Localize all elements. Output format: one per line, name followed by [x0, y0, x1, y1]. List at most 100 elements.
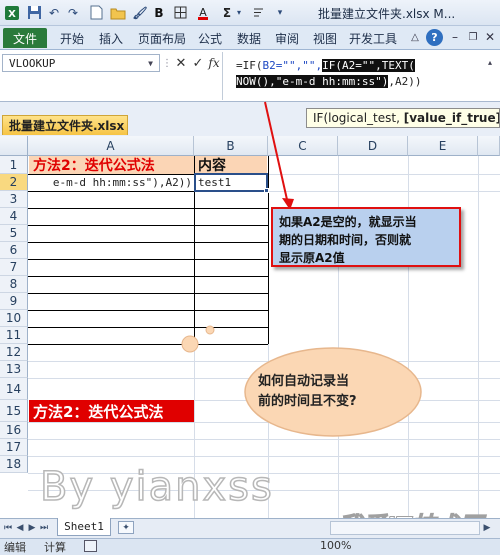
undo-icon[interactable]: ↶	[46, 4, 62, 21]
tab-page-layout[interactable]: 页面布局	[138, 30, 186, 46]
first-sheet-icon[interactable]: ⏮	[3, 521, 13, 535]
row-header[interactable]: 9	[0, 293, 28, 310]
insert-function-icon[interactable]: fx	[205, 54, 223, 72]
format-icon[interactable]: 🖌	[132, 4, 148, 21]
cloud-text: 如何自动记录当 前的时间且不变?	[258, 372, 408, 412]
table-border	[28, 208, 268, 209]
prev-sheet-icon[interactable]: ◀	[15, 521, 25, 535]
cell-a2[interactable]: e-m-d hh:mm:ss"),A2))	[29, 174, 194, 191]
tab-view[interactable]: 视图	[313, 30, 337, 46]
row-header[interactable]: 13	[0, 361, 28, 378]
cell-a15[interactable]: 方法2：迭代公式法	[29, 400, 194, 422]
ribbon-minimize-icon[interactable]: △	[407, 29, 423, 45]
cloud-line: 前的时间且不变?	[258, 394, 357, 409]
window-restore-icon[interactable]: ❐	[465, 29, 481, 45]
name-box[interactable]: VLOOKUP ▼	[2, 54, 160, 72]
font-color-icon[interactable]: A	[196, 4, 210, 21]
customize-qat-icon[interactable]: ▾	[272, 4, 288, 21]
last-sheet-icon[interactable]: ⏭	[39, 521, 49, 535]
row-header[interactable]: 12	[0, 344, 28, 361]
row-header[interactable]: 5	[0, 225, 28, 242]
zoom-level[interactable]: 100%	[320, 539, 351, 552]
tab-insert[interactable]: 插入	[99, 30, 123, 46]
callout-line: 显示原A2值	[279, 251, 345, 265]
table-border	[28, 327, 268, 328]
name-box-value: VLOOKUP	[9, 56, 56, 70]
row-header[interactable]: 15	[0, 400, 28, 422]
row-header[interactable]: 11	[0, 327, 28, 344]
formula-part: =IF(	[236, 59, 263, 72]
gridline	[478, 156, 479, 518]
row-header[interactable]: 18	[0, 456, 28, 473]
table-border	[28, 310, 268, 311]
next-sheet-icon[interactable]: ▶	[27, 521, 37, 535]
table-border	[28, 242, 268, 243]
insert-sheet-icon[interactable]: ✦	[118, 521, 134, 534]
row-header[interactable]: 8	[0, 276, 28, 293]
row-header[interactable]: 2	[0, 174, 28, 191]
column-header-f[interactable]	[478, 136, 500, 156]
chevron-down-icon[interactable]: ▼	[148, 59, 153, 68]
tab-home[interactable]: 开始	[60, 30, 84, 46]
formula-line-1: =IF(B2="","",IF(A2="",TEXT(	[236, 58, 415, 74]
table-border	[28, 293, 268, 294]
tab-formulas[interactable]: 公式	[198, 30, 222, 46]
row-header[interactable]: 4	[0, 208, 28, 225]
row-header[interactable]: 10	[0, 310, 28, 327]
macro-record-icon[interactable]	[84, 540, 97, 552]
tab-file[interactable]: 文件	[3, 28, 47, 48]
table-border	[28, 276, 268, 277]
border-icon[interactable]	[172, 4, 188, 21]
window-minimize-icon[interactable]: –	[447, 29, 463, 45]
table-border	[28, 259, 268, 260]
scroll-right-icon[interactable]: ▶	[482, 521, 492, 535]
workbook-tab[interactable]: 批量建立文件夹.xlsx	[2, 115, 128, 135]
tab-data[interactable]: 数据	[237, 30, 261, 46]
cloud-bubble-icon	[181, 325, 215, 353]
function-tooltip: IF(logical_test, [value_if_true]	[306, 108, 500, 128]
column-header-e[interactable]: E	[408, 136, 478, 156]
formula-part-blue: B2="","",	[262, 59, 323, 72]
window-close-icon[interactable]: ✕	[482, 29, 498, 45]
column-header-a[interactable]: A	[28, 136, 194, 156]
row-header[interactable]: 16	[0, 422, 28, 439]
save-icon[interactable]	[26, 4, 42, 21]
tooltip-bold[interactable]: [value_if_true]	[404, 111, 499, 125]
open-icon[interactable]	[110, 4, 126, 21]
column-header-d[interactable]: D	[338, 136, 408, 156]
callout-line: 如果A2是空的，就显示当	[279, 215, 417, 229]
redo-icon[interactable]: ↷	[66, 4, 80, 21]
select-all-corner[interactable]	[0, 136, 28, 156]
sheet-tab-sheet1[interactable]: Sheet1	[57, 518, 111, 536]
row-header[interactable]: 17	[0, 439, 28, 456]
tab-review[interactable]: 审阅	[275, 30, 299, 46]
watermark-text: By yianxss	[39, 463, 274, 511]
formula-highlight: NOW(),"e-m-d hh:mm:ss")	[236, 75, 389, 88]
sum-icon[interactable]: Σ	[220, 4, 234, 21]
status-calc: 计算	[44, 541, 66, 554]
sort-icon[interactable]	[250, 4, 266, 21]
dropdown-icon[interactable]: ▾	[234, 4, 244, 21]
expand-formula-icon[interactable]: ▴	[488, 58, 498, 72]
status-bar	[0, 538, 500, 555]
row-header[interactable]: 3	[0, 191, 28, 208]
cancel-formula-icon[interactable]: ✕	[172, 54, 190, 72]
tab-developer[interactable]: 开发工具	[349, 30, 397, 46]
horizontal-scrollbar[interactable]	[330, 521, 480, 535]
callout-line: 期的日期和时间，否则就	[279, 233, 412, 247]
new-icon[interactable]	[88, 4, 104, 21]
help-icon[interactable]: ?	[426, 29, 443, 46]
cell-a1[interactable]: 方法2：迭代公式法	[29, 156, 194, 174]
cloud-line: 如何自动记录当	[258, 374, 350, 389]
row-header[interactable]: 6	[0, 242, 28, 259]
row-header[interactable]: 1	[0, 156, 28, 174]
row-header[interactable]: 14	[0, 378, 28, 400]
red-arrow-icon	[264, 101, 294, 210]
bold-icon[interactable]: B	[152, 4, 166, 21]
formula-highlight: IF(A2="",TEXT(	[322, 59, 415, 72]
excel-icon[interactable]: X	[4, 4, 20, 21]
row-header[interactable]: 7	[0, 259, 28, 276]
window-title: 批量建立文件夹.xlsx M...	[318, 7, 456, 21]
table-border	[28, 225, 268, 226]
splitter-icon[interactable]: ⋮	[162, 54, 172, 72]
